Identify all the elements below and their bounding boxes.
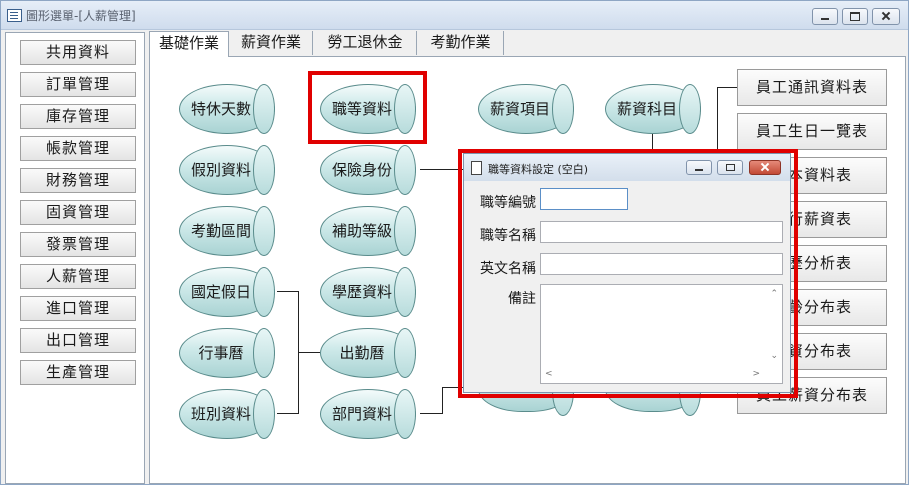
menu-item-invoices[interactable]: 發票管理 (20, 232, 136, 257)
node-annual-leave-days[interactable]: 特休天數 (179, 84, 275, 134)
maximize-icon[interactable] (842, 8, 868, 25)
menu-item-production[interactable]: 生產管理 (20, 360, 136, 385)
connector-line (652, 133, 653, 155)
main-window: 圖形選單-[人薪管理] 共用資料 訂單管理 庫存管理 帳款管理 財務管理 固資管… (0, 0, 909, 485)
grade-name-field[interactable] (540, 221, 783, 243)
node-salary-accounts[interactable]: 薪資科目 (605, 84, 701, 134)
node-calendar[interactable]: 行事曆 (179, 328, 275, 378)
tab-payroll-operations[interactable]: 薪資作業 (230, 31, 313, 55)
menu-item-export[interactable]: 出口管理 (20, 328, 136, 353)
tab-basic-operations[interactable]: 基礎作業 (149, 31, 229, 57)
note-field[interactable]: ⌃ ⌄ < > (540, 284, 783, 384)
node-national-holidays[interactable]: 國定假日 (179, 267, 275, 317)
scroll-down-icon[interactable]: ⌄ (770, 351, 778, 361)
menu-item-inventory[interactable]: 庫存管理 (20, 104, 136, 129)
connector-line (717, 87, 737, 88)
dialog-maximize-icon[interactable] (717, 160, 743, 175)
menu-item-accounts[interactable]: 帳款管理 (20, 136, 136, 161)
connector-line (442, 387, 464, 388)
document-icon (471, 161, 482, 175)
node-job-grade-data[interactable]: 職等資料 (320, 84, 416, 134)
app-icon (7, 9, 22, 22)
menu-item-shared-data[interactable]: 共用資料 (20, 40, 136, 65)
job-grade-dialog: 職等資料設定 (空白) 職等編號 職等名稱 英文名稱 備註 ⌃ ⌄ < > (463, 153, 791, 393)
connector-line (298, 352, 320, 353)
connector-line (717, 87, 718, 153)
menu-item-import[interactable]: 進口管理 (20, 296, 136, 321)
menu-item-orders[interactable]: 訂單管理 (20, 72, 136, 97)
connector-line (277, 413, 299, 414)
note-label: 備註 (508, 291, 536, 307)
connector-line (442, 387, 443, 414)
grade-code-label: 職等編號 (480, 195, 536, 211)
tab-attendance-operations[interactable]: 考勤作業 (418, 31, 504, 55)
connector-line (277, 291, 299, 292)
module-menu: 共用資料 訂單管理 庫存管理 帳款管理 財務管理 固資管理 發票管理 人薪管理 … (5, 32, 145, 484)
scroll-right-icon[interactable]: > (752, 369, 760, 379)
close-icon[interactable] (872, 8, 900, 25)
node-department-data[interactable]: 部門資料 (320, 389, 416, 439)
node-salary-items[interactable]: 薪資項目 (478, 84, 574, 134)
english-name-label: 英文名稱 (480, 261, 536, 277)
title-bar: 圖形選單-[人薪管理] (1, 1, 908, 30)
node-subsidy-level[interactable]: 補助等級 (320, 206, 416, 256)
node-leave-types[interactable]: 假別資料 (179, 145, 275, 195)
menu-item-hr-payroll[interactable]: 人薪管理 (20, 264, 136, 289)
node-attendance-period[interactable]: 考勤區間 (179, 206, 275, 256)
node-attendance-calendar[interactable]: 出勤曆 (320, 328, 416, 378)
dialog-close-icon[interactable] (749, 160, 781, 175)
node-education-data[interactable]: 學歷資料 (320, 267, 416, 317)
menu-item-fixed-assets[interactable]: 固資管理 (20, 200, 136, 225)
grade-code-field[interactable] (540, 188, 628, 210)
window-title: 圖形選單-[人薪管理] (26, 9, 136, 23)
report-employee-contacts[interactable]: 員工通訊資料表 (737, 69, 887, 106)
scroll-up-icon[interactable]: ⌃ (770, 289, 778, 299)
report-employee-birthdays[interactable]: 員工生日一覽表 (737, 113, 887, 150)
english-name-field[interactable] (540, 253, 783, 275)
dialog-title-bar: 職等資料設定 (空白) (464, 154, 790, 181)
dialog-title: 職等資料設定 (空白) (488, 163, 589, 176)
grade-name-label: 職等名稱 (480, 228, 536, 244)
node-insurance-status[interactable]: 保險身份 (320, 145, 416, 195)
connector-line (420, 413, 442, 414)
scroll-left-icon[interactable]: < (545, 369, 553, 379)
dialog-minimize-icon[interactable] (686, 160, 712, 175)
tab-labor-pension[interactable]: 勞工退休金 (314, 31, 417, 55)
minimize-icon[interactable] (812, 8, 838, 25)
connector-line (420, 169, 465, 170)
menu-item-finance[interactable]: 財務管理 (20, 168, 136, 193)
node-shift-data[interactable]: 班別資料 (179, 389, 275, 439)
